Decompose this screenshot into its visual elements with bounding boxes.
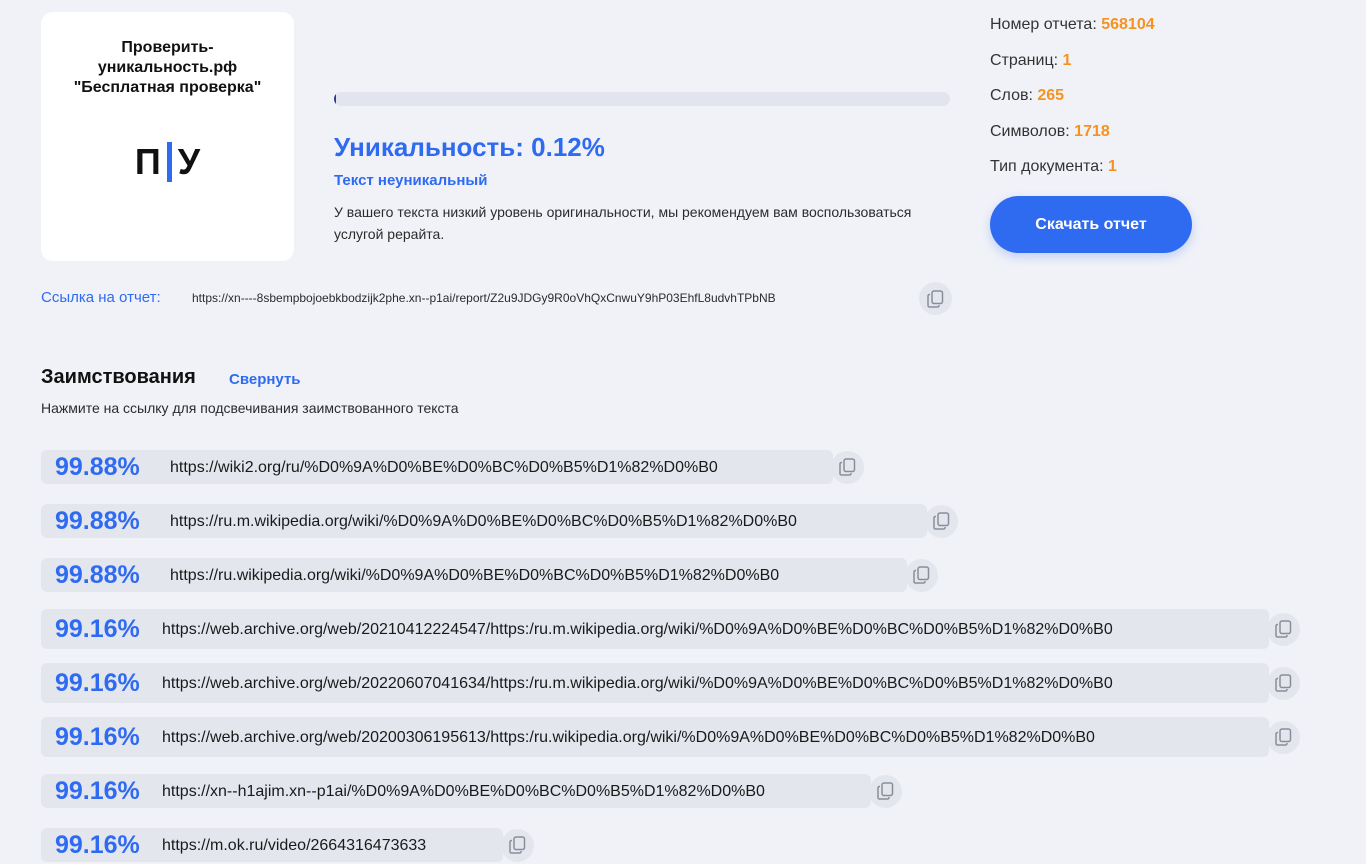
copy-report-link-button[interactable] [919,282,952,315]
borrowing-percent: 99.16% [55,722,140,751]
copy-icon [927,289,944,308]
stat-label: Символов: [990,122,1070,140]
copy-url-button[interactable] [501,828,534,862]
uniqueness-progress-bar [334,92,950,106]
stat-label: Тип документа: [990,158,1104,175]
borrowing-url[interactable]: https://web.archive.org/web/202104122245… [162,621,1113,638]
borrowing-pill: 99.16% https://m.ok.ru/video/26643164736… [41,828,503,862]
borrowing-percent: 99.16% [55,668,140,697]
logo-title-line: уникальность.рф [97,59,238,76]
logo-title-line: Проверить- [121,39,214,56]
borrowing-row: 99.16% https://web.archive.org/web/20210… [41,609,1300,649]
copy-icon [913,566,930,584]
stat-label: Страниц: [990,51,1059,69]
borrowing-pill: 99.88% https://ru.m.wikipedia.org/wiki/%… [41,504,927,538]
logo-mark: П У [41,142,294,182]
borrowing-percent: 99.16% [55,614,140,643]
borrowing-row: 99.16% https://m.ok.ru/video/26643164736… [41,828,534,862]
copy-icon [1275,728,1292,746]
borrowing-percent: 99.16% [55,830,140,859]
borrowing-url[interactable]: https://ru.wikipedia.org/wiki/%D0%9A%D0%… [170,567,779,584]
borrowing-row: 99.16% https://web.archive.org/web/20220… [41,663,1300,703]
logo-title-line: "Бесплатная проверка" [73,79,262,96]
uniqueness-status: Текст неуникальный [334,172,488,189]
logo-card: Проверить- уникальность.рф "Бесплатная п… [41,12,294,261]
copy-icon [933,512,950,530]
borrowing-url[interactable]: https://wiki2.org/ru/%D0%9A%D0%BE%D0%BC%… [170,459,718,476]
borrowings-hint: Нажмите на ссылку для подсвечивания заим… [41,400,459,416]
borrowing-percent: 99.88% [55,452,140,481]
uniqueness-description: У вашего текста низкий уровень оригиналь… [334,204,912,242]
borrowing-row: 99.88% https://wiki2.org/ru/%D0%9A%D0%BE… [41,450,864,484]
borrowings-title: Заимствования [41,366,196,388]
borrowing-url[interactable]: https://web.archive.org/web/202206070416… [162,675,1113,692]
borrowing-percent: 99.88% [55,506,140,535]
stat-value: 1718 [1074,122,1110,140]
borrowing-percent: 99.16% [55,776,140,805]
uniqueness-title: Уникальность: 0.12% [334,132,605,162]
stat-value: 1 [1108,158,1117,175]
report-link-url[interactable]: https://xn----8sbempbojoebkbodzijk2phe.x… [192,291,776,305]
copy-icon [877,782,894,800]
copy-url-button[interactable] [925,504,958,538]
copy-url-button[interactable] [831,450,864,484]
copy-url-button[interactable] [869,774,902,808]
stat-value: 1 [1062,51,1072,69]
borrowing-pill: 99.88% https://ru.wikipedia.org/wiki/%D0… [41,558,907,592]
stat-doc-type: Тип документа: 1 [990,156,1155,192]
borrowing-url[interactable]: https://xn--h1ajim.xn--p1ai/%D0%9A%D0%BE… [162,783,765,800]
copy-icon [839,458,856,476]
stat-pages: Страниц: 1 [990,50,1155,86]
download-report-button[interactable]: Скачать отчет [990,196,1192,253]
uniqueness-progress-fill [334,92,336,106]
report-stats: Номер отчета: 568104 Страниц: 1 Слов: 26… [990,14,1155,192]
stat-label: Слов: [990,87,1033,104]
copy-icon [509,836,526,854]
borrowing-row: 99.16% https://web.archive.org/web/20200… [41,717,1300,757]
borrowing-pill: 99.16% https://web.archive.org/web/20210… [41,609,1269,649]
borrowing-row: 99.88% https://ru.wikipedia.org/wiki/%D0… [41,558,938,592]
borrowing-url[interactable]: https://web.archive.org/web/202003061956… [162,729,1095,746]
collapse-link[interactable]: Свернуть [229,371,301,388]
stat-words: Слов: 265 [990,85,1155,121]
stat-label: Номер отчета: [990,16,1097,33]
copy-icon [1275,674,1292,692]
stat-chars: Символов: 1718 [990,121,1155,157]
copy-url-button[interactable] [1267,666,1300,700]
borrowing-pill: 99.16% https://web.archive.org/web/20220… [41,663,1269,703]
borrowing-pill: 99.16% https://xn--h1ajim.xn--p1ai/%D0%9… [41,774,871,808]
borrowing-row: 99.16% https://xn--h1ajim.xn--p1ai/%D0%9… [41,774,902,808]
stat-report-number: Номер отчета: 568104 [990,14,1155,50]
borrowing-url[interactable]: https://ru.m.wikipedia.org/wiki/%D0%9A%D… [170,513,797,530]
borrowing-pill: 99.16% https://web.archive.org/web/20200… [41,717,1269,757]
copy-url-button[interactable] [1267,720,1300,754]
borrowing-url[interactable]: https://m.ok.ru/video/2664316473633 [162,837,426,854]
copy-url-button[interactable] [1267,612,1300,646]
stat-value: 568104 [1101,16,1155,33]
logo-title: Проверить- уникальность.рф "Бесплатная п… [41,38,294,98]
copy-icon [1275,620,1292,638]
logo-letter-left: П [134,141,161,182]
report-link-label: Ссылка на отчет: [41,289,161,306]
copy-url-button[interactable] [905,558,938,592]
logo-bar [166,142,172,182]
stat-value: 265 [1037,87,1065,104]
borrowing-pill: 99.88% https://wiki2.org/ru/%D0%9A%D0%BE… [41,450,833,484]
borrowing-row: 99.88% https://ru.m.wikipedia.org/wiki/%… [41,504,958,538]
logo-letter-right: У [177,141,201,182]
borrowing-percent: 99.88% [55,560,140,589]
